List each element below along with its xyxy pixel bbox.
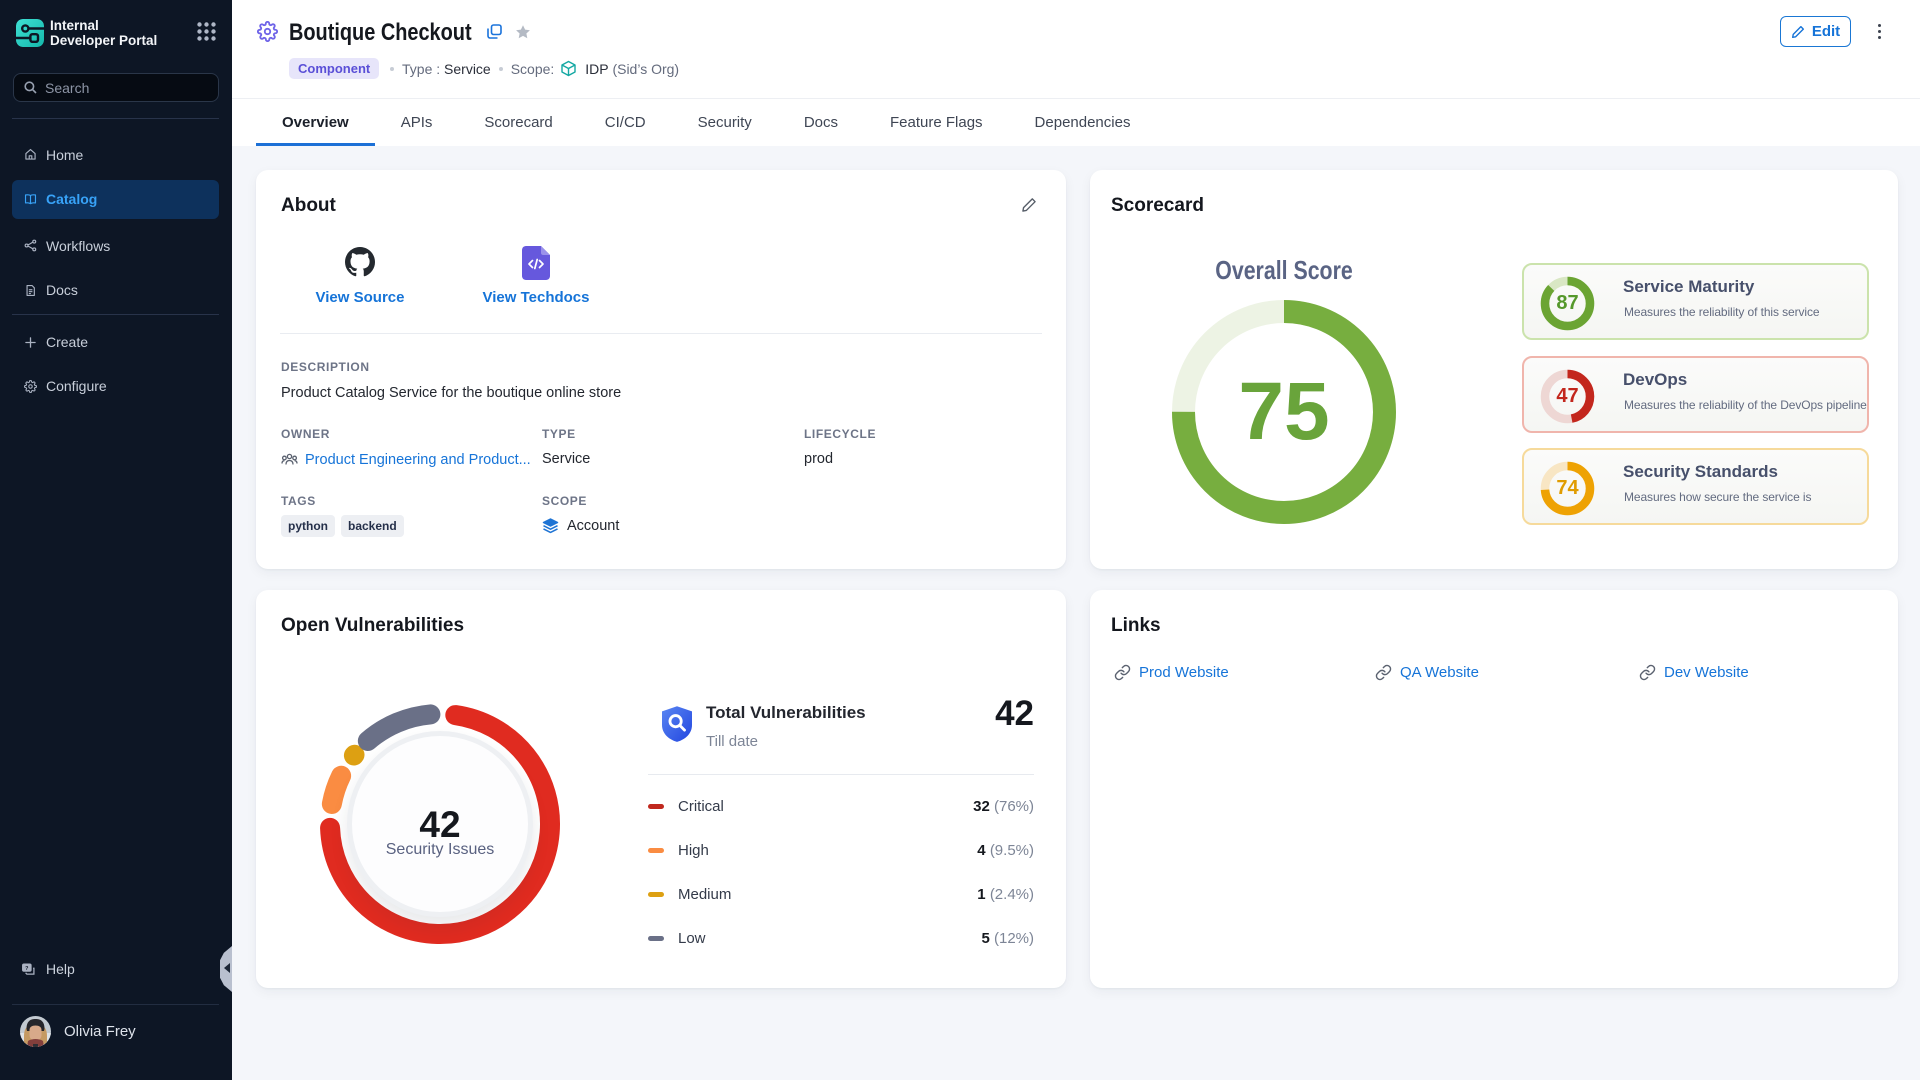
svg-text:?: ? (25, 965, 28, 971)
